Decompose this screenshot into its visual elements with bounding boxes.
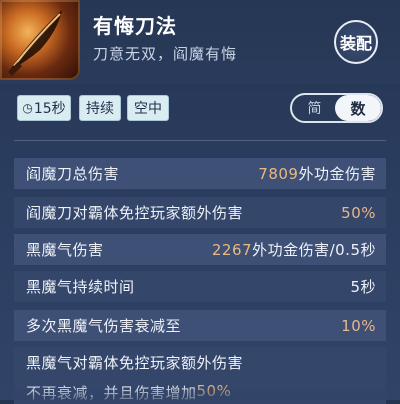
skill-title: 有悔刀法 <box>93 14 177 38</box>
stat-row: 黑魔气对霸体免控玩家额外伤害 <box>14 347 386 378</box>
dagger-icon <box>8 10 62 76</box>
stat-label: 多次黑魔气伤害衰减至 <box>26 317 182 335</box>
stat-number: 50% <box>196 382 232 400</box>
sustain-tag: 持续 <box>79 95 121 121</box>
divider <box>14 140 386 141</box>
stat-label: 黑魔气持续时间 <box>26 278 135 296</box>
stat-number: 2267 <box>211 241 253 259</box>
stat-label: 阎魔刀对霸体免控玩家额外伤害 <box>26 204 244 222</box>
stat-row: 黑魔气伤害 2267外功金伤害/0.5秒 <box>14 234 386 265</box>
stat-number: 50% <box>341 203 376 222</box>
stat-row: 黑魔气持续时间 5秒 <box>14 271 386 302</box>
stat-unit: 外功金伤害 <box>298 165 376 183</box>
stat-number: 7809 <box>258 165 299 183</box>
skill-header: 有悔刀法 刀意无双，阎魔有悔 装配 <box>0 0 400 84</box>
stat-row: 阎魔刀对霸体免控玩家额外伤害 50% <box>14 197 386 228</box>
stat-label: 阎魔刀总伤害 <box>26 165 120 183</box>
skill-subtitle: 刀意无双，阎魔有悔 <box>93 45 238 63</box>
stat-row: 多次黑魔气伤害衰减至 10% <box>14 310 386 341</box>
view-mode-toggle[interactable]: 简 数 <box>290 93 383 123</box>
stat-label: 黑魔气对霸体免控玩家额外伤害 <box>26 354 244 372</box>
skill-icon[interactable] <box>0 0 80 80</box>
stat-label: 黑魔气伤害 <box>26 241 104 259</box>
cooldown-tag: ◷ 15秒 <box>17 95 71 121</box>
stat-value: 2267外功金伤害/0.5秒 <box>212 239 376 260</box>
stat-row-continuation: 不再衰减，并且伤害增加 50% <box>14 378 386 404</box>
clock-icon: ◷ <box>22 101 33 115</box>
toggle-simple-option[interactable]: 简 <box>292 95 337 121</box>
stat-value: 7809外功金伤害 <box>258 163 376 184</box>
stat-unit: 外功金伤害/0.5秒 <box>252 241 376 259</box>
toggle-detail-option[interactable]: 数 <box>335 95 381 121</box>
air-tag: 空中 <box>127 95 169 121</box>
stat-number: 5秒 <box>350 278 376 296</box>
stat-row: 阎魔刀总伤害 7809外功金伤害 <box>14 158 386 189</box>
equip-button[interactable]: 装配 <box>334 20 378 64</box>
cooldown-value: 15秒 <box>33 101 66 117</box>
stat-number: 10% <box>341 316 376 335</box>
